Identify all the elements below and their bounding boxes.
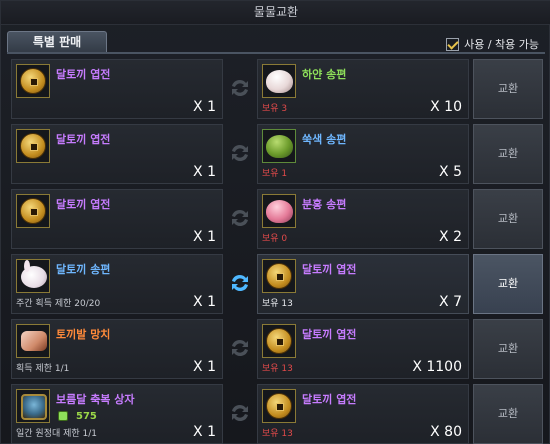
trade-row: 달토끼 엽전 X 1 분홍 송편 보유 0 X 2 교환	[11, 189, 543, 249]
tab-divider	[7, 52, 545, 54]
get-item-icon-frame	[262, 324, 296, 358]
give-item-qty: X 1	[193, 99, 216, 115]
give-item-qty: X 1	[193, 229, 216, 245]
give-item-slot[interactable]: 달토끼 엽전 X 1	[11, 59, 223, 119]
give-item-icon-frame	[16, 194, 50, 228]
barter-window: 물물교환 특별 판매 사용 / 착용 가능 달토끼 엽전 X 1 하얀 송편 보…	[0, 0, 550, 444]
exchange-arrow-icon	[227, 335, 253, 361]
exchange-button[interactable]: 교환	[473, 189, 543, 249]
give-item-name: 달토끼 송편	[56, 263, 111, 276]
give-item-qty: X 1	[193, 359, 216, 375]
coin-icon	[266, 263, 292, 289]
get-item-slot[interactable]: 하얀 송편 보유 3 X 10	[257, 59, 469, 119]
window-title: 물물교환	[1, 1, 550, 25]
give-item-icon-frame	[16, 389, 50, 423]
get-item-slot[interactable]: 쑥색 송편 보유 1 X 5	[257, 124, 469, 184]
usable-filter-label: 사용 / 착용 가능	[464, 38, 539, 51]
give-item-slot[interactable]: 달토끼 엽전 X 1	[11, 189, 223, 249]
level-icon	[58, 411, 68, 421]
exchange-arrow-icon	[227, 75, 253, 101]
give-item-qty: X 1	[193, 294, 216, 310]
coin-icon	[20, 68, 46, 94]
get-item-slot[interactable]: 달토끼 엽전 보유 13 X 7	[257, 254, 469, 314]
get-item-qty: X 5	[439, 164, 462, 180]
give-item-icon-frame	[16, 129, 50, 163]
exchange-button[interactable]: 교환	[473, 254, 543, 314]
trade-row: 보름달 축복 상자 575 일간 원정대 제한 1/1 X 1 달토끼 엽전 보…	[11, 384, 543, 444]
get-item-name: 쑥색 송편	[302, 133, 347, 146]
get-item-icon-frame	[262, 389, 296, 423]
get-item-name: 달토끼 엽전	[302, 393, 357, 406]
owned-count: 보유 13	[262, 299, 293, 309]
get-item-name: 하얀 송편	[302, 68, 347, 81]
exchange-arrow-icon	[227, 270, 253, 296]
trade-row: 달토끼 엽전 X 1 하얀 송편 보유 3 X 10 교환	[11, 59, 543, 119]
rabbit-hammer-icon	[21, 331, 47, 351]
give-limit: 주간 획득 제한 20/20	[16, 299, 101, 309]
give-limit: 획득 제한 1/1	[16, 364, 70, 374]
get-item-qty: X 7	[439, 294, 462, 310]
trade-row: 달토끼 엽전 X 1 쑥색 송편 보유 1 X 5 교환	[11, 124, 543, 184]
get-item-icon-frame	[262, 194, 296, 228]
give-item-name: 달토끼 엽전	[56, 68, 111, 81]
give-item-name: 달토끼 엽전	[56, 198, 111, 211]
exchange-arrow-icon	[227, 140, 253, 166]
give-item-name: 토끼발 망치	[56, 328, 111, 341]
coin-icon	[20, 198, 46, 224]
coin-icon	[266, 393, 292, 419]
give-extra-value: 575	[76, 411, 97, 422]
give-item-slot[interactable]: 보름달 축복 상자 575 일간 원정대 제한 1/1 X 1	[11, 384, 223, 444]
exchange-button[interactable]: 교환	[473, 384, 543, 444]
get-item-name: 분홍 송편	[302, 198, 347, 211]
give-item-qty: X 1	[193, 164, 216, 180]
white-songpyeon-icon	[266, 70, 293, 93]
get-item-qty: X 2	[439, 229, 462, 245]
give-item-icon-frame	[16, 64, 50, 98]
get-item-icon-frame	[262, 64, 296, 98]
exchange-button[interactable]: 교환	[473, 319, 543, 379]
trade-row: 달토끼 송편 주간 획득 제한 20/20 X 1 달토끼 엽전 보유 13 X…	[11, 254, 543, 314]
give-item-slot[interactable]: 토끼발 망치 획득 제한 1/1 X 1	[11, 319, 223, 379]
rabbit-songpyeon-icon	[21, 260, 47, 288]
owned-count: 보유 13	[262, 364, 293, 374]
owned-count: 보유 0	[262, 234, 288, 244]
get-item-slot[interactable]: 달토끼 엽전 보유 13 X 1100	[257, 319, 469, 379]
give-item-icon-frame	[16, 259, 50, 293]
coin-icon	[266, 328, 292, 354]
exchange-button[interactable]: 교환	[473, 124, 543, 184]
owned-count: 보유 3	[262, 104, 288, 114]
trade-row: 토끼발 망치 획득 제한 1/1 X 1 달토끼 엽전 보유 13 X 1100…	[11, 319, 543, 379]
get-item-qty: X 1100	[412, 359, 462, 375]
usable-checkbox[interactable]	[446, 37, 460, 51]
owned-count: 보유 1	[262, 169, 288, 179]
get-item-name: 달토끼 엽전	[302, 263, 357, 276]
exchange-arrow-icon	[227, 400, 253, 426]
give-item-qty: X 1	[193, 424, 216, 440]
usable-filter[interactable]: 사용 / 착용 가능	[446, 36, 539, 52]
give-item-name: 달토끼 엽전	[56, 133, 111, 146]
get-item-icon-frame	[262, 259, 296, 293]
give-item-icon-frame	[16, 324, 50, 358]
exchange-arrow-icon	[227, 205, 253, 231]
give-item-slot[interactable]: 달토끼 엽전 X 1	[11, 124, 223, 184]
give-limit: 일간 원정대 제한 1/1	[16, 429, 98, 439]
exchange-button[interactable]: 교환	[473, 59, 543, 119]
coin-icon	[20, 133, 46, 159]
get-item-slot[interactable]: 달토끼 엽전 보유 13 X 80	[257, 384, 469, 444]
get-item-slot[interactable]: 분홍 송편 보유 0 X 2	[257, 189, 469, 249]
get-item-name: 달토끼 엽전	[302, 328, 357, 341]
green-songpyeon-icon	[266, 135, 293, 158]
give-item-slot[interactable]: 달토끼 송편 주간 획득 제한 20/20 X 1	[11, 254, 223, 314]
pink-songpyeon-icon	[266, 200, 293, 223]
get-item-icon-frame	[262, 129, 296, 163]
get-item-qty: X 80	[430, 424, 462, 440]
give-item-name: 보름달 축복 상자	[56, 393, 135, 406]
owned-count: 보유 13	[262, 429, 293, 439]
blessing-box-icon	[21, 394, 47, 420]
get-item-qty: X 10	[430, 99, 462, 115]
tab-special-sale[interactable]: 특별 판매	[7, 31, 107, 53]
